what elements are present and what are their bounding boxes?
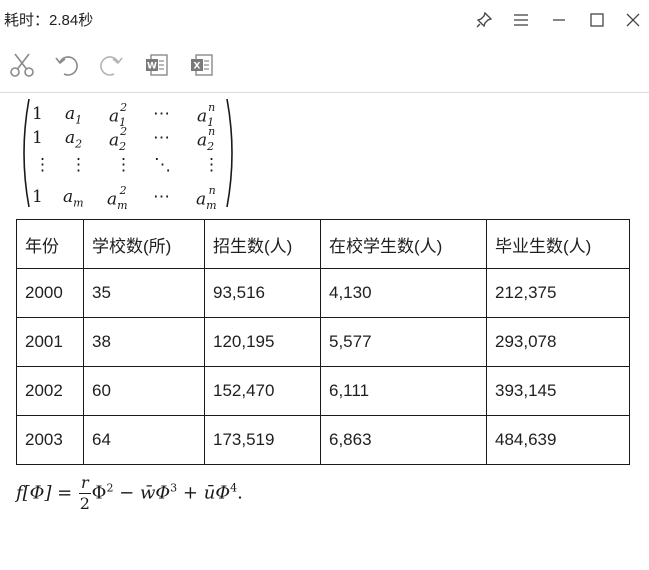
math-formula: f[Φ] = r 2 Φ2 − w̄Φ3 + ūΦ4. bbox=[16, 473, 243, 523]
maximize-button[interactable] bbox=[585, 8, 609, 32]
column-header: 毕业生数(人) bbox=[486, 219, 630, 269]
table-cell: 38 bbox=[83, 317, 205, 367]
excel-export-icon: X bbox=[191, 54, 213, 76]
formula-lhs: f[Φ] = bbox=[16, 482, 73, 504]
scissors-icon bbox=[10, 53, 34, 77]
table-header-row: 年份 学校数(所) 招生数(人) 在校学生数(人) 毕业生数(人) bbox=[16, 219, 630, 269]
maximize-icon bbox=[590, 13, 604, 27]
formula-term: ūΦ bbox=[203, 482, 231, 504]
table-cell: 2001 bbox=[16, 317, 84, 367]
export-excel-button[interactable]: X bbox=[185, 48, 219, 82]
formula-term: w̄Φ bbox=[140, 482, 171, 504]
statistics-table: 年份 学校数(所) 招生数(人) 在校学生数(人) 毕业生数(人) 2000 3… bbox=[16, 219, 630, 465]
matrix-cell: ⋮ bbox=[34, 155, 51, 175]
formula-period: . bbox=[237, 482, 243, 504]
title-bar: 耗时：2.84秒 bbox=[0, 0, 649, 40]
pin-icon bbox=[476, 11, 493, 28]
matrix-cell: 1 bbox=[32, 104, 43, 124]
table-cell: 2000 bbox=[16, 268, 84, 318]
table-cell: 2002 bbox=[16, 366, 84, 416]
column-header: 在校学生数(人) bbox=[320, 219, 487, 269]
toolbar: W X bbox=[0, 44, 649, 88]
column-header: 招生数(人) bbox=[204, 219, 321, 269]
table-cell: 212,375 bbox=[486, 268, 630, 318]
table-row: 2000 35 93,516 4,130 212,375 bbox=[16, 268, 630, 318]
table-cell: 6,111 bbox=[320, 366, 487, 416]
window-title: 耗时：2.84秒 bbox=[4, 12, 94, 29]
table-cell: 293,078 bbox=[486, 317, 630, 367]
matrix-cell: ⋱ bbox=[154, 155, 171, 175]
hamburger-icon bbox=[514, 14, 528, 26]
word-export-icon: W bbox=[146, 54, 168, 76]
redo-button[interactable] bbox=[94, 48, 128, 82]
table-cell: 120,195 bbox=[204, 317, 321, 367]
fraction-numerator: r bbox=[79, 473, 91, 494]
matrix-cell: ⋮ bbox=[115, 155, 132, 175]
svg-text:W: W bbox=[147, 62, 157, 72]
table-cell: 6,863 bbox=[320, 415, 487, 465]
redo-icon bbox=[100, 56, 123, 76]
menu-button[interactable] bbox=[509, 8, 533, 32]
matrix-cell: a1 bbox=[65, 104, 83, 127]
matrix-cell: amn bbox=[196, 184, 217, 213]
matrix-cell: a2 bbox=[65, 128, 83, 151]
formula-term: Φ bbox=[91, 482, 107, 504]
table-cell: 64 bbox=[83, 415, 205, 465]
table-cell: 93,516 bbox=[204, 268, 321, 318]
formula-operator: + bbox=[182, 482, 198, 504]
table-cell: 2003 bbox=[16, 415, 84, 465]
matrix-cell: ⋮ bbox=[203, 155, 220, 175]
matrix-cell: ⋯ bbox=[153, 104, 170, 124]
minimize-button[interactable] bbox=[547, 8, 571, 32]
undo-icon bbox=[55, 56, 78, 76]
column-header: 年份 bbox=[16, 219, 84, 269]
minimize-icon bbox=[553, 19, 565, 21]
table-cell: 393,145 bbox=[486, 366, 630, 416]
column-header: 学校数(所) bbox=[83, 219, 205, 269]
matrix-cell: ⋯ bbox=[153, 128, 170, 148]
matrix-cell: a22 bbox=[109, 125, 128, 154]
undo-button[interactable] bbox=[50, 48, 84, 82]
formula-operator: − bbox=[119, 482, 135, 504]
table-cell: 173,519 bbox=[204, 415, 321, 465]
table-cell: 35 bbox=[83, 268, 205, 318]
formula-fraction: r 2 bbox=[79, 473, 91, 514]
matrix-cell: am2 bbox=[107, 184, 128, 213]
formula-exponent: 3 bbox=[170, 481, 178, 495]
cut-button[interactable] bbox=[5, 48, 39, 82]
result-content: 1 a1 a12 ⋯ a1n 1 a2 a22 ⋯ a2n ⋮ ⋮ ⋮ ⋱ ⋮ … bbox=[0, 93, 649, 570]
export-word-button[interactable]: W bbox=[140, 48, 174, 82]
close-icon bbox=[626, 13, 640, 27]
matrix-cell: 1 bbox=[32, 128, 43, 148]
matrix-cell: am bbox=[63, 187, 84, 210]
table-cell: 152,470 bbox=[204, 366, 321, 416]
table-cell: 4,130 bbox=[320, 268, 487, 318]
matrix-cell: 1 bbox=[32, 187, 43, 207]
table-row: 2001 38 120,195 5,577 293,078 bbox=[16, 317, 630, 367]
table-row: 2003 64 173,519 6,863 484,639 bbox=[16, 415, 630, 465]
svg-text:X: X bbox=[194, 62, 201, 72]
matrix-cell: a2n bbox=[197, 125, 216, 154]
table-cell: 60 bbox=[83, 366, 205, 416]
table-cell: 5,577 bbox=[320, 317, 487, 367]
vandermonde-matrix: 1 a1 a12 ⋯ a1n 1 a2 a22 ⋯ a2n ⋮ ⋮ ⋮ ⋱ ⋮ … bbox=[18, 97, 238, 213]
table-row: 2002 60 152,470 6,111 393,145 bbox=[16, 366, 630, 416]
formula-exponent: 2 bbox=[106, 481, 114, 495]
pin-button[interactable] bbox=[472, 8, 496, 32]
matrix-cell: ⋮ bbox=[70, 155, 87, 175]
fraction-denominator: 2 bbox=[79, 494, 90, 513]
close-button[interactable] bbox=[621, 8, 645, 32]
table-cell: 484,639 bbox=[486, 415, 630, 465]
matrix-cell: ⋯ bbox=[153, 187, 170, 207]
